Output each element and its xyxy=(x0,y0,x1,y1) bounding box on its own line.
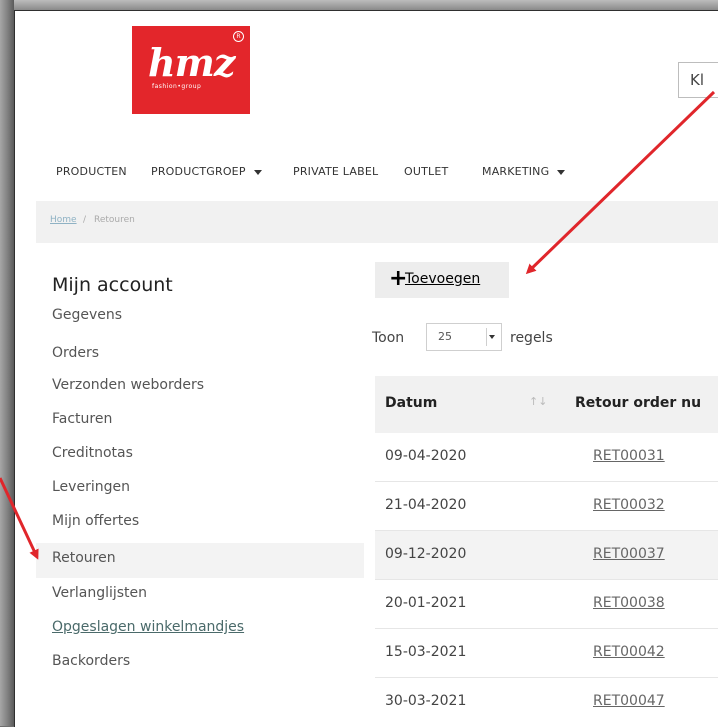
annotation-arrow-to-retouren xyxy=(0,477,39,560)
annotation-arrow-to-toevoegen xyxy=(525,90,716,275)
annotation-arrows xyxy=(0,90,716,560)
